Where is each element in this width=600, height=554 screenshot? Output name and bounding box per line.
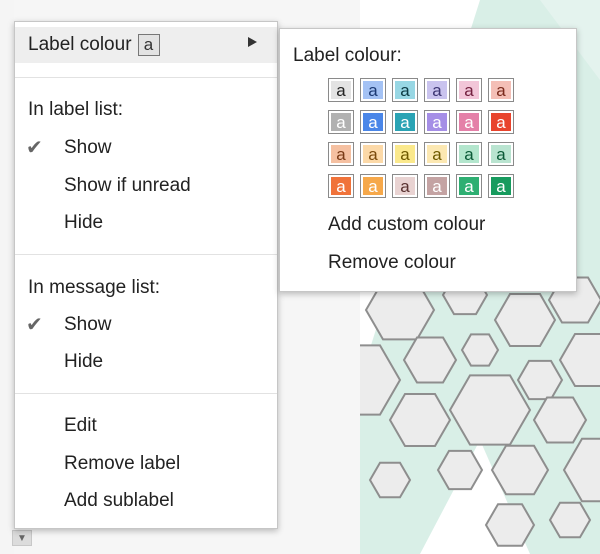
scroll-down-arrow[interactable]: ▼ — [12, 530, 32, 546]
label-list-option-show-text: Show — [64, 137, 112, 158]
add-custom-colour-link[interactable]: Add custom colour — [328, 214, 485, 236]
colour-swatch[interactable]: a — [328, 78, 354, 102]
colour-swatch[interactable]: a — [360, 110, 386, 134]
colour-swatch[interactable]: a — [456, 110, 482, 134]
colour-swatch[interactable]: a — [488, 110, 514, 134]
message-list-option-hide-text: Hide — [64, 351, 104, 372]
menu-item-label-colour[interactable]: Label colour a — [15, 27, 277, 63]
remove-colour-link[interactable]: Remove colour — [328, 252, 456, 274]
colour-swatch[interactable]: a — [424, 110, 450, 134]
checkmark-icon: ✔ — [26, 137, 43, 159]
edit-label-item[interactable]: Edit — [15, 408, 277, 444]
hexagon-shape — [460, 333, 500, 367]
label-colour-submenu: Label colour: aaaaaaaaaaaaaaaaaaaaaaaa A… — [279, 28, 577, 292]
colour-swatch-grid: aaaaaaaaaaaaaaaaaaaaaaaa — [328, 78, 518, 198]
message-list-heading-text: In message list: — [28, 277, 160, 298]
hexagon-shape — [548, 501, 592, 539]
label-list-option-show-if-unread-text: Show if unread — [64, 175, 191, 196]
colour-swatch[interactable]: a — [424, 174, 450, 198]
label-list-option-show-if-unread[interactable]: Show if unread — [15, 168, 277, 204]
label-list-option-show[interactable]: ✔ Show — [15, 130, 277, 166]
label-list-option-hide[interactable]: Hide — [15, 205, 277, 241]
colour-swatch[interactable]: a — [488, 142, 514, 166]
colour-swatch[interactable]: a — [392, 174, 418, 198]
colour-swatch[interactable]: a — [360, 142, 386, 166]
label-list-option-hide-text: Hide — [64, 212, 104, 233]
message-list-option-show[interactable]: ✔ Show — [15, 307, 277, 343]
colour-swatch[interactable]: a — [488, 78, 514, 102]
checkmark-icon: ✔ — [26, 314, 43, 336]
triangle-down-icon: ▼ — [17, 532, 27, 544]
left-gutter — [0, 0, 14, 554]
colour-swatch[interactable]: a — [360, 174, 386, 198]
message-list-option-show-text: Show — [64, 314, 112, 335]
hexagon-shape — [516, 359, 564, 401]
add-sublabel-text: Add sublabel — [64, 490, 174, 511]
label-colour-submenu-title: Label colour: — [293, 45, 402, 66]
colour-swatch[interactable]: a — [456, 142, 482, 166]
colour-swatch[interactable]: a — [328, 174, 354, 198]
menu-divider — [15, 77, 277, 78]
colour-swatch[interactable]: a — [424, 78, 450, 102]
remove-label-item[interactable]: Remove label — [15, 446, 277, 482]
colour-swatch[interactable]: a — [456, 174, 482, 198]
colour-swatch[interactable]: a — [328, 110, 354, 134]
edit-label-text: Edit — [64, 415, 97, 436]
label-options-menu: Label colour a In label list: ✔ Show Sho… — [14, 21, 278, 529]
triangle-right-icon — [248, 37, 257, 47]
hexagon-shape — [436, 449, 484, 491]
menu-divider — [15, 393, 277, 394]
colour-swatch[interactable]: a — [488, 174, 514, 198]
remove-label-text: Remove label — [64, 453, 181, 474]
current-colour-swatch: a — [137, 34, 160, 56]
label-colour-label: Label colour — [28, 34, 132, 55]
colour-swatch[interactable]: a — [392, 142, 418, 166]
colour-swatch[interactable]: a — [328, 142, 354, 166]
colour-swatch[interactable]: a — [392, 110, 418, 134]
message-list-heading: In message list: — [15, 270, 277, 306]
menu-divider — [15, 254, 277, 255]
message-list-option-hide[interactable]: Hide — [15, 344, 277, 380]
colour-swatch[interactable]: a — [424, 142, 450, 166]
add-sublabel-item[interactable]: Add sublabel — [15, 483, 277, 519]
colour-swatch[interactable]: a — [392, 78, 418, 102]
hexagon-shape — [368, 461, 412, 499]
colour-swatch[interactable]: a — [360, 78, 386, 102]
label-list-heading: In label list: — [15, 92, 277, 128]
colour-swatch[interactable]: a — [456, 78, 482, 102]
label-list-heading-text: In label list: — [28, 99, 124, 120]
